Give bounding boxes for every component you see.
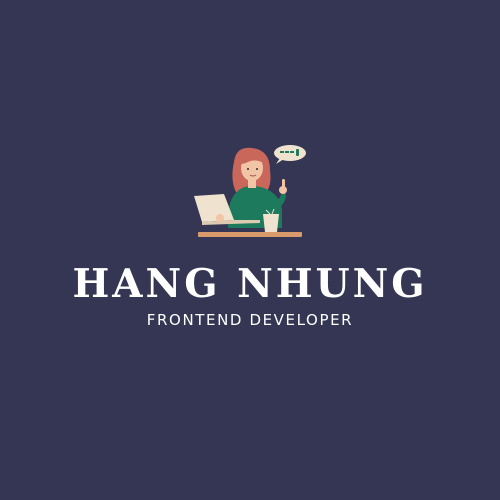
logo-name: HANG NHUNG (72, 261, 428, 307)
desk-shape (198, 232, 302, 237)
laptop-screen-shape (194, 194, 234, 222)
neck-shape (248, 180, 256, 188)
woman-with-laptop-illustration (194, 145, 306, 237)
logo-role: FRONTEND DEVELOPER (146, 311, 354, 329)
typing-hand-shape (216, 214, 224, 222)
cup-shape (263, 214, 279, 232)
